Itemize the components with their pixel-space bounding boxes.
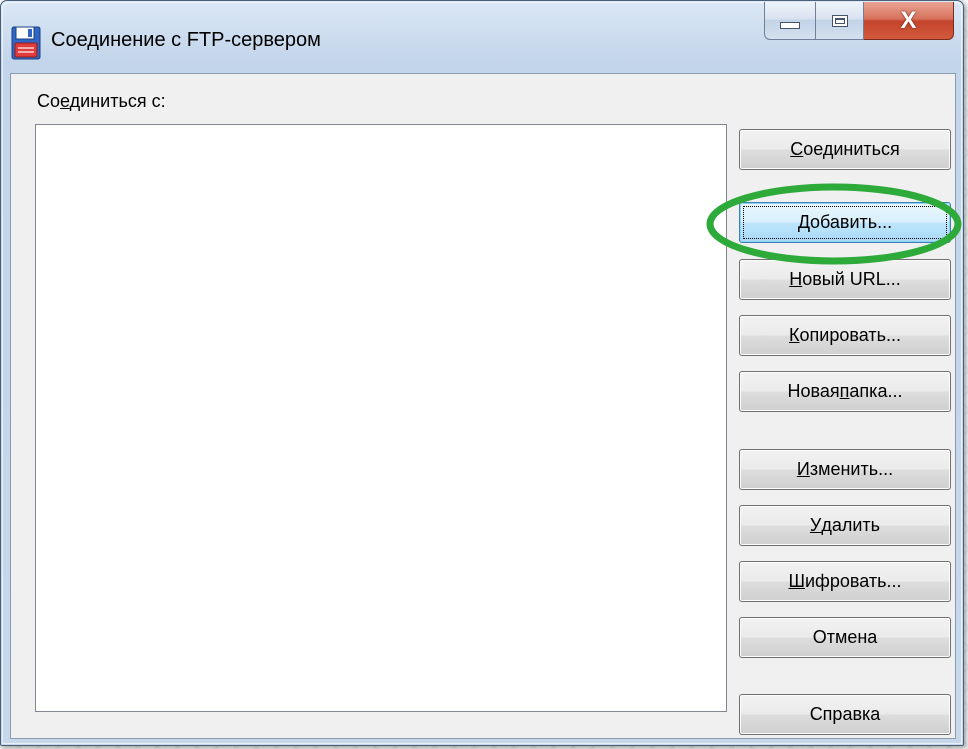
copy-button[interactable]: Копировать... [739,315,951,356]
new-folder-button-accel: п [839,381,850,401]
ftp-site-list[interactable] [35,124,727,712]
connect-to-label-accel: е [60,91,70,111]
close-icon: X [900,6,917,34]
encrypt-button-accel: Ш [788,571,806,591]
help-button[interactable]: Справка [739,694,951,735]
connect-to-label: Соединиться с: [37,91,166,112]
new-url-button-post: овый URL... [802,269,901,289]
connect-to-label-pre: Со [37,91,61,111]
copy-button-post: опировать... [799,325,901,345]
encrypt-button-post: ифровать... [805,571,902,591]
add-button[interactable]: Добавить... [739,202,951,243]
edit-button[interactable]: Изменить... [739,449,951,490]
maximize-button[interactable] [816,2,864,40]
copy-button-accel: К [789,325,800,345]
connect-button[interactable]: Соединиться [739,129,951,170]
minimize-icon [780,22,800,29]
floppy-disk-icon [11,26,41,60]
connect-button-accel: С [790,139,804,159]
new-url-button[interactable]: Новый URL... [739,259,951,300]
new-url-button-accel: Н [789,269,803,289]
dialog-client-area: Соединиться с: Соединиться Добавить... Н… [10,73,956,739]
new-folder-button[interactable]: Новая п апка... [739,371,951,412]
close-button[interactable]: X [864,2,954,40]
delete-button-post: далить [821,515,881,535]
connect-button-post: оединиться [803,139,900,159]
delete-button-accel: У [809,515,822,535]
new-folder-button-post: апка... [849,381,903,401]
cancel-button[interactable]: Отмена [739,617,951,658]
encrypt-button[interactable]: Шифровать... [739,561,951,602]
connect-to-label-post: диниться с: [69,91,166,111]
edit-button-accel: И [796,459,810,479]
help-button-label: Справка [809,704,881,724]
window-title: Соединение с FTP-сервером [51,29,321,51]
minimize-button[interactable] [764,2,816,40]
add-button-post: обавить... [810,212,893,232]
cancel-button-label: Отмена [812,627,878,647]
ftp-connect-window: Соединение с FTP-сервером X Соединиться … [0,0,964,746]
edit-button-post: зменить... [809,459,894,479]
delete-button[interactable]: Удалить [739,505,951,546]
add-button-accel: Д [797,212,811,232]
maximize-icon [831,14,848,27]
new-folder-button-pre: Новая [787,381,840,401]
caption-buttons: X [764,2,954,46]
